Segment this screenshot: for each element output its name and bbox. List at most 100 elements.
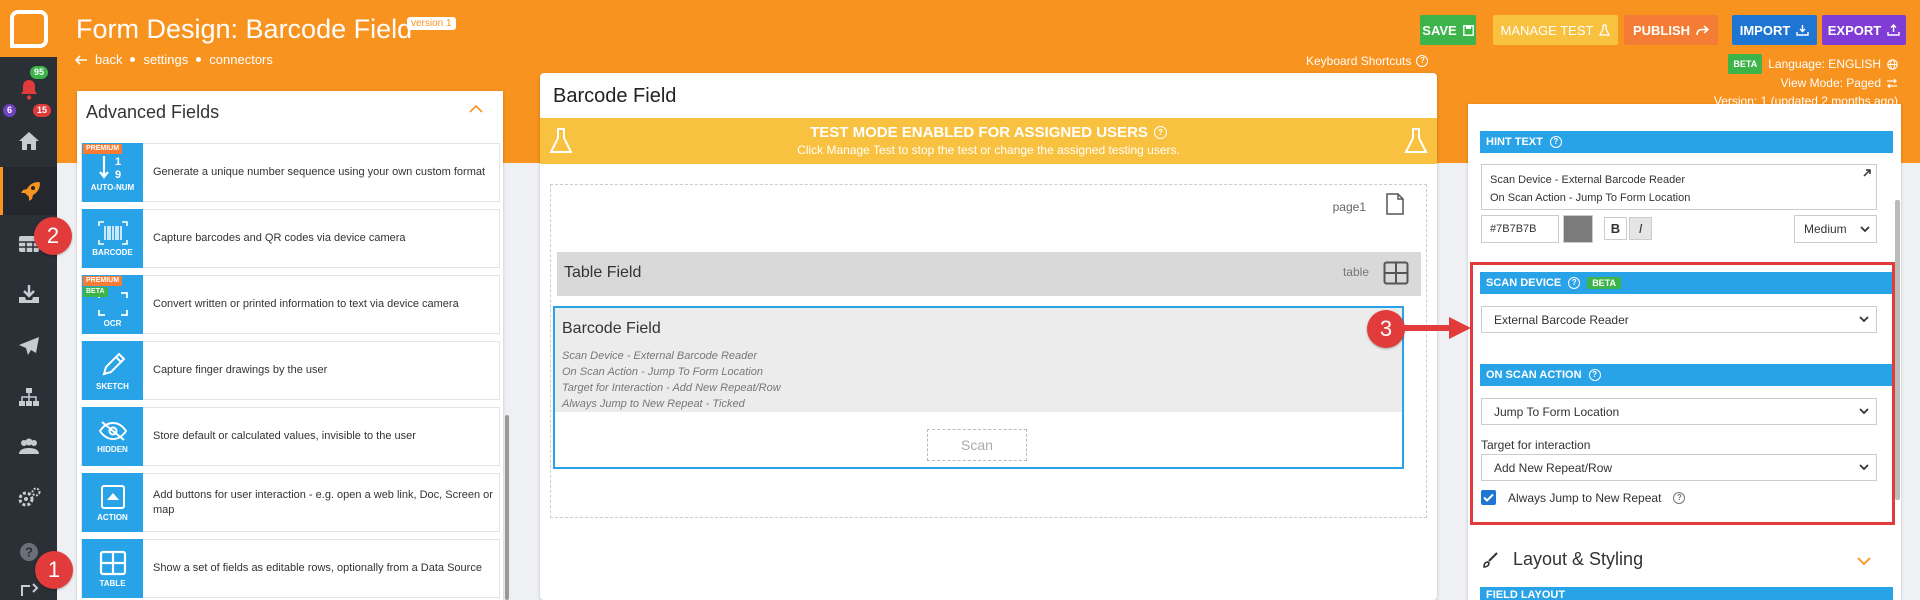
breadcrumb-separator	[196, 57, 202, 62]
table-grid-icon	[99, 550, 126, 575]
field-item-hidden[interactable]: HIDDEN Store default or calculated value…	[81, 407, 500, 466]
callout-badge-2: 2	[34, 217, 72, 255]
field-icon-tile: SKETCH	[82, 341, 143, 400]
flask-icon	[1404, 128, 1428, 153]
settings-link[interactable]: settings	[143, 52, 188, 67]
chevron-down-icon[interactable]	[1857, 557, 1871, 566]
field-description: Capture barcodes and QR codes via device…	[153, 232, 406, 244]
collapse-chevron-icon[interactable]	[469, 105, 483, 113]
svg-text:1: 1	[114, 156, 120, 168]
page-document-icon	[1386, 193, 1404, 215]
field-icon-tile: BARCODE	[82, 209, 143, 268]
beta-badge: BETA	[1728, 54, 1763, 74]
advanced-fields-panel: Advanced Fields PREMIUM 19 AUTO-NUM Gene…	[77, 91, 503, 600]
table-type-tag: table	[1342, 265, 1369, 279]
app-logo[interactable]	[0, 0, 57, 57]
import-button[interactable]: IMPORT	[1732, 15, 1817, 45]
right-panel-scrollbar[interactable]	[1895, 200, 1900, 500]
flask-icon	[549, 128, 573, 153]
settings-gears-icon[interactable]	[0, 474, 57, 522]
hint-line: Always Jump to New Repeat - Ticked	[562, 398, 745, 410]
language-selector[interactable]: Language: ENGLISH	[1768, 55, 1881, 73]
field-caption: ACTION	[97, 512, 128, 522]
manage-test-button[interactable]: MANAGE TEST	[1493, 15, 1618, 45]
send-icon[interactable]	[0, 322, 57, 370]
export-tray-icon	[1887, 24, 1900, 36]
connectors-link[interactable]: connectors	[209, 52, 273, 67]
layout-styling-label: Layout & Styling	[1513, 549, 1644, 569]
hint-text-line: Scan Device - External Barcode Reader	[1490, 174, 1686, 186]
back-arrow-icon[interactable]	[75, 54, 87, 65]
callout-arrow-icon	[1401, 317, 1471, 339]
field-description: Store default or calculated values, invi…	[153, 430, 416, 442]
hierarchy-icon[interactable]	[0, 373, 57, 421]
help-circle-icon[interactable]: ?	[1153, 126, 1167, 139]
field-layout-header-label: FIELD LAYOUT	[1486, 589, 1566, 600]
hint-text-line: On Scan Action - Jump To Form Location	[1490, 192, 1691, 204]
globe-icon	[1887, 58, 1898, 70]
download-tray-icon[interactable]	[0, 270, 57, 318]
field-icon-tile: TABLE	[82, 539, 143, 598]
save-button[interactable]: SAVE	[1420, 15, 1476, 45]
hint-size-select[interactable]: Medium	[1794, 215, 1877, 243]
field-description: Capture finger drawings by the user	[153, 364, 328, 376]
barcode-field-selected[interactable]: Barcode Field Scan Device - External Bar…	[553, 306, 1404, 469]
floppy-icon	[1462, 24, 1474, 36]
field-description: Add buttons for user interaction - e.g. …	[153, 488, 493, 516]
breadcrumb-separator	[130, 57, 136, 62]
keyboard-shortcuts-link[interactable]: Keyboard Shortcuts ?	[1306, 54, 1429, 68]
field-caption: AUTO-NUM	[90, 182, 135, 192]
field-item-sketch[interactable]: SKETCH Capture finger drawings by the us…	[81, 341, 500, 400]
table-grid-icon	[1383, 261, 1409, 285]
field-caption: HIDDEN	[97, 444, 128, 454]
premium-tag: PREMIUM	[83, 276, 123, 286]
field-description: Convert written or printed information t…	[153, 298, 459, 310]
hint-text-section-header: HINT TEXT ?	[1480, 131, 1893, 153]
hint-text-header-label: HINT TEXT	[1486, 136, 1543, 148]
header-meta: BETA Language: ENGLISH View Mode: Paged …	[1714, 54, 1898, 110]
hint-color-swatch[interactable]	[1563, 215, 1593, 243]
callout-badge-1: 1	[35, 551, 73, 589]
manage-test-label: MANAGE TEST	[1500, 22, 1594, 38]
barcode-field-hint: Scan Device - External Barcode Reader On…	[562, 348, 781, 412]
home-icon[interactable]	[0, 117, 57, 165]
field-item-action[interactable]: ACTION Add buttons for user interaction …	[81, 473, 500, 532]
view-mode-toggle[interactable]: View Mode: Paged	[1780, 74, 1881, 92]
form-title: Barcode Field	[553, 85, 677, 107]
notification-count-badge: 95	[30, 66, 49, 79]
callout-badge-3: 3	[1367, 310, 1405, 348]
publish-label: PUBLISH	[1632, 22, 1691, 38]
hint-line: Target for Interaction - Add New Repeat/…	[562, 382, 781, 394]
left-panel-scrollbar[interactable]	[505, 415, 509, 600]
publish-button[interactable]: PUBLISH	[1624, 15, 1718, 45]
table-field[interactable]: Table Field table	[557, 252, 1421, 296]
hint-color-input[interactable]: #7B7B7B	[1481, 215, 1559, 243]
field-item-auto-num[interactable]: PREMIUM 19 AUTO-NUM Generate a unique nu…	[81, 143, 500, 202]
export-button[interactable]: EXPORT	[1822, 15, 1906, 45]
hint-text-input[interactable]: Scan Device - External Barcode Reader On…	[1481, 164, 1877, 210]
export-label: EXPORT	[1827, 22, 1882, 38]
team-cloud-icon[interactable]	[0, 423, 57, 471]
icon-rail: 95 6 15 ?	[0, 0, 57, 600]
message-count-badge: 15	[33, 104, 52, 117]
field-icon-tile: PREMIUM BETA OCR	[82, 275, 143, 334]
layout-styling-header[interactable]: Layout & Styling	[1481, 549, 1643, 570]
highlight-box	[1470, 262, 1895, 525]
expand-arrow-icon[interactable]	[1862, 168, 1872, 178]
import-tray-icon	[1796, 25, 1809, 36]
field-item-barcode[interactable]: BARCODE Capture barcodes and QR codes vi…	[81, 209, 500, 268]
keyboard-shortcuts-label: Keyboard Shortcuts	[1306, 54, 1412, 68]
beta-tag: BETA	[83, 287, 108, 297]
field-caption: TABLE	[99, 578, 126, 588]
scan-button[interactable]: Scan	[927, 429, 1027, 461]
italic-toggle[interactable]: I	[1629, 217, 1652, 240]
field-item-ocr[interactable]: PREMIUM BETA OCR Convert written or prin…	[81, 275, 500, 334]
field-caption: SKETCH	[96, 381, 129, 391]
back-link[interactable]: back	[95, 52, 122, 67]
svg-text:9: 9	[114, 169, 120, 180]
bold-toggle[interactable]: B	[1604, 217, 1627, 240]
help-circle-icon[interactable]: ?	[1549, 136, 1562, 148]
field-item-table[interactable]: TABLE Show a set of fields as editable r…	[81, 539, 500, 598]
rocket-icon[interactable]	[0, 167, 57, 215]
eye-slash-icon	[98, 420, 127, 441]
